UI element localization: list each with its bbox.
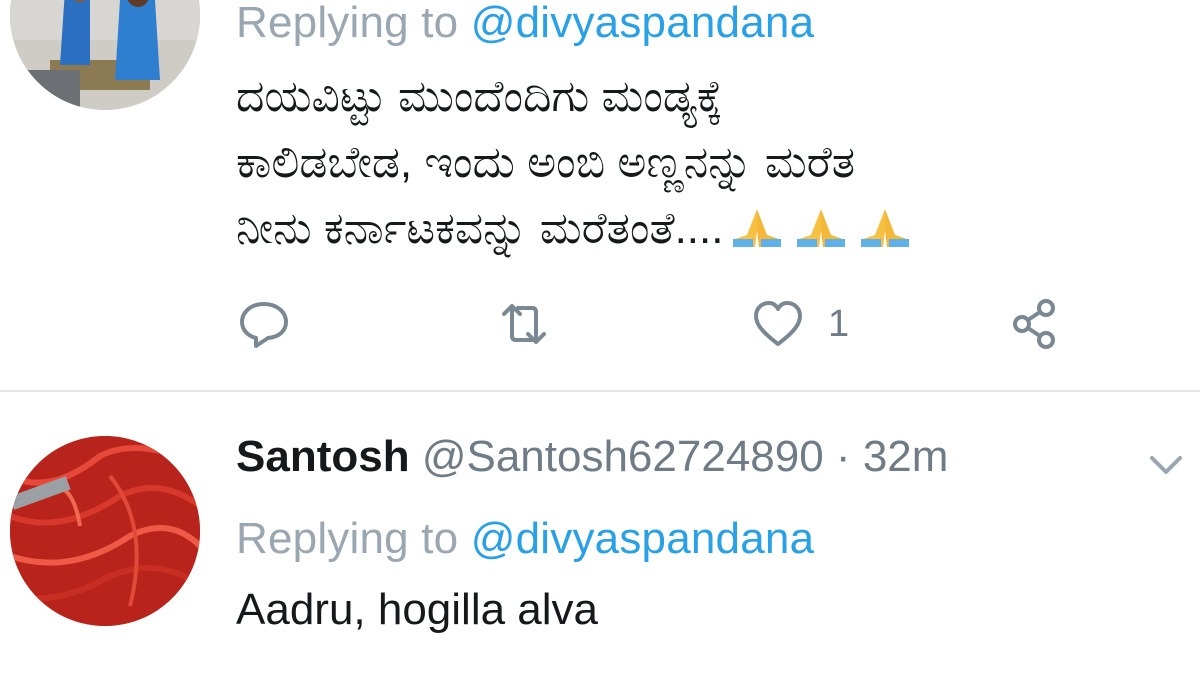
tweet-text: Aadru, hogilla alva: [236, 577, 598, 643]
avatar-photo: [10, 0, 200, 110]
tweet-header: Santosh @Santosh62724890 · 32m: [236, 432, 948, 482]
tweet-text-line: ಕಾಲಿಡಬೇಡ, ಇಂದು ಅಂಬಿ ಅಣ್ಣನನ್ನು ಮರೆತ: [236, 138, 856, 187]
tweet-text-line-content: ನೀನು ಕರ್ನಾಟಕವನ್ನು ಮರೆತಂತೆ....: [236, 204, 724, 253]
tweet-actions: 1: [236, 292, 1076, 356]
replying-handle-link[interactable]: @divyaspandana: [471, 0, 814, 47]
retweet-button[interactable]: [492, 292, 556, 356]
avatar[interactable]: [10, 0, 200, 110]
reply-button[interactable]: [236, 292, 292, 356]
user-handle[interactable]: @Santosh62724890: [422, 432, 824, 481]
tweet-thread: Replying to @divyaspandana ದಯವಿಟ್ಟು ಮುಂದ…: [0, 0, 1200, 675]
folded-hands-emoji: [855, 202, 915, 268]
share-button[interactable]: [1008, 292, 1064, 356]
tweet-menu-button[interactable]: [1146, 450, 1186, 485]
like-button[interactable]: 1: [750, 292, 849, 356]
time-separator: ·: [823, 432, 863, 481]
folded-hands-emoji: [791, 202, 851, 268]
tweet-text-line: ನೀನು ಕರ್ನಾಟಕವನ್ನು ಮರೆತಂತೆ....: [236, 196, 915, 268]
avatar[interactable]: [10, 436, 200, 626]
like-count: 1: [828, 302, 850, 345]
share-icon: [1013, 299, 1055, 349]
display-name[interactable]: Santosh: [236, 432, 410, 481]
heart-icon: [754, 301, 802, 346]
reply-icon: [240, 302, 288, 348]
tweet-text-line: ದಯವಿಟ್ಟು ಮುಂದೆಂದಿಗು ಮಂಡ್ಯಕ್ಕೆ: [236, 72, 723, 121]
timestamp[interactable]: 32m: [863, 432, 949, 481]
tweet-text: ದಯವಿಟ್ಟು ಮುಂದೆಂದಿಗು ಮಂಡ್ಯಕ್ಕೆ ಕಾಲಿಡಬೇಡ, …: [236, 64, 915, 268]
folded-hands-emoji: [727, 202, 787, 268]
avatar-photo: [10, 436, 200, 626]
chevron-down-icon: [1150, 456, 1182, 474]
replying-handle-link[interactable]: @divyaspandana: [471, 514, 814, 563]
replying-prefix: Replying to: [236, 514, 471, 563]
tweet-1[interactable]: Replying to @divyaspandana ದಯವಿಟ್ಟು ಮುಂದ…: [0, 0, 1200, 390]
replying-to: Replying to @divyaspandana: [236, 514, 814, 564]
retweet-icon: [502, 304, 546, 344]
tweet-text-line: Aadru, hogilla alva: [236, 585, 599, 634]
replying-to: Replying to @divyaspandana: [236, 0, 814, 48]
replying-prefix: Replying to: [236, 0, 471, 47]
